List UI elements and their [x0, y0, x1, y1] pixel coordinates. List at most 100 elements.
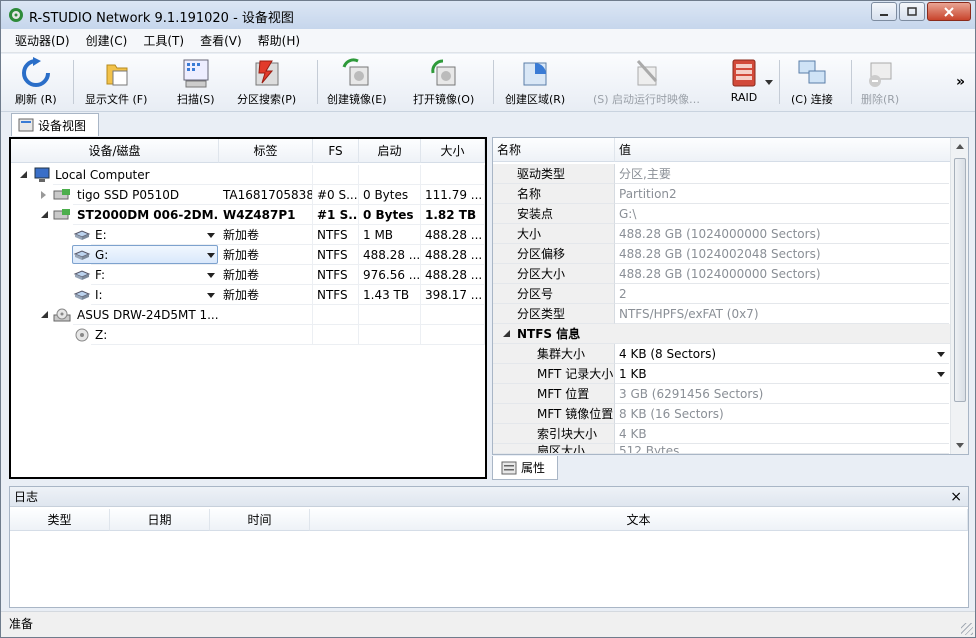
device-name: I: [91, 285, 219, 305]
menu-tools[interactable]: 工具(T) [135, 32, 192, 49]
prop-name: MFT 镜像位置 [493, 404, 615, 424]
prop-value: 512 Bytes [615, 444, 949, 454]
create-image-button[interactable]: 创建镜像(E) [327, 57, 387, 109]
prop-value: 488.28 GB (1024002048 Sectors) [615, 244, 949, 264]
scroll-thumb[interactable] [954, 158, 966, 402]
col-device[interactable]: 设备/磁盘 [11, 139, 219, 163]
log-panel: 日志 × 类型 日期 时间 文本 [9, 486, 969, 608]
status-text: 准备 [9, 617, 34, 631]
dropdown-arrow-icon[interactable] [937, 352, 945, 357]
scan-icon [183, 59, 209, 88]
prop-value: 488.28 GB (1024000000 Sectors) [615, 264, 949, 284]
device-name: Z: [91, 325, 219, 345]
col-size[interactable]: 大小 [421, 139, 485, 163]
title-bar: R-STUDIO Network 9.1.191020 - 设备视图 [1, 1, 975, 29]
menu-create[interactable]: 创建(C) [78, 32, 136, 49]
dropdown-arrow-icon[interactable] [207, 273, 215, 278]
delete-button[interactable]: 删除(R) [861, 57, 899, 109]
cd-icon [75, 328, 89, 342]
close-button[interactable] [927, 2, 971, 21]
app-window: R-STUDIO Network 9.1.191020 - 设备视图 驱动器(D… [0, 0, 976, 638]
device-name: G: [91, 245, 219, 265]
partition-search-button[interactable]: 分区搜索(P) [237, 57, 296, 109]
menu-drive[interactable]: 驱动器(D) [7, 32, 78, 49]
properties-panel: 名称 值 驱动类型 分区,主要 名称 Partition2 安装点 G:\ 大小… [492, 137, 969, 455]
tab-properties[interactable]: 属性 [492, 456, 558, 480]
toolbar-more-button[interactable]: » [956, 74, 965, 90]
collapse-icon[interactable] [20, 171, 27, 178]
prop-value: Partition2 [615, 184, 949, 204]
prop-name: 索引块大小 [493, 424, 615, 444]
log-col-type[interactable]: 类型 [10, 509, 110, 531]
table-row[interactable]: tigo SSD P0510D TA1681705838 #0 S... 0 B… [11, 185, 485, 205]
col-start[interactable]: 启动 [359, 139, 421, 163]
scroll-down-icon[interactable] [956, 443, 964, 448]
create-image-icon [342, 58, 369, 86]
col-prop-value[interactable]: 值 [615, 138, 951, 162]
col-prop-name[interactable]: 名称 [493, 138, 615, 162]
partition-search-icon [255, 60, 279, 86]
computer-icon [34, 167, 50, 182]
startup-image-button[interactable]: (S) 启动运行时映像… [593, 57, 700, 109]
properties-scrollbar[interactable] [950, 138, 968, 454]
log-title-bar: 日志 × [10, 487, 968, 507]
prop-value: 8 KB (16 Sectors) [615, 404, 949, 424]
prop-value-editable[interactable]: 4 KB (8 Sectors) [615, 344, 949, 364]
scan-button[interactable]: 扫描(S) [177, 57, 215, 109]
show-files-button[interactable]: 显示文件 (F) [85, 57, 147, 109]
prop-name: 分区大小 [493, 264, 615, 284]
minimize-button[interactable] [871, 2, 897, 21]
col-fs[interactable]: FS [313, 139, 359, 163]
table-row[interactable]: F: 新加卷 NTFS 976.56 ... 488.28 ... [11, 265, 485, 285]
raid-button[interactable]: RAID [727, 57, 761, 109]
dropdown-arrow-icon[interactable] [207, 253, 215, 258]
maximize-button[interactable] [899, 2, 925, 21]
prop-name: 扇区大小 [493, 444, 615, 454]
create-region-button[interactable]: 创建区域(R) [505, 57, 565, 109]
delete-icon [869, 62, 892, 87]
create-region-icon [523, 62, 547, 86]
prop-name: 分区类型 [493, 304, 615, 324]
table-row[interactable]: I: 新加卷 NTFS 1.43 TB 398.17 ... [11, 285, 485, 305]
menu-help[interactable]: 帮助(H) [250, 32, 308, 49]
prop-value: 分区,主要 [615, 164, 949, 184]
log-close-button[interactable]: × [950, 487, 962, 507]
log-col-date[interactable]: 日期 [110, 509, 210, 531]
connect-button[interactable]: (C) 连接 [791, 57, 833, 109]
collapse-icon[interactable] [41, 211, 48, 218]
dropdown-arrow-icon[interactable] [207, 293, 215, 298]
dropdown-arrow-icon[interactable] [207, 233, 215, 238]
table-row-selected[interactable]: G: 新加卷 NTFS 488.28 ... 488.28 ... [11, 245, 485, 265]
partition-icon [73, 270, 91, 280]
log-col-text[interactable]: 文本 [310, 509, 968, 531]
menu-view[interactable]: 查看(V) [192, 32, 250, 49]
collapse-icon[interactable] [503, 330, 510, 337]
open-image-button[interactable]: 打开镜像(O) [413, 57, 474, 109]
scroll-up-icon[interactable] [956, 144, 964, 149]
table-row[interactable]: Local Computer [11, 165, 485, 185]
prop-name: MFT 记录大小 [493, 364, 615, 384]
device-view-icon [18, 118, 34, 132]
prop-group-ntfs[interactable]: NTFS 信息 [493, 324, 951, 344]
table-row[interactable]: Z: [11, 325, 485, 345]
refresh-button[interactable]: 刷新 (R) [15, 57, 57, 109]
refresh-icon [21, 57, 50, 87]
tab-device-view[interactable]: 设备视图 [11, 113, 99, 136]
prop-value-editable[interactable]: 1 KB [615, 364, 949, 384]
raid-dropdown-icon[interactable] [765, 80, 773, 85]
table-row[interactable]: ASUS DRW-24D5MT 1... [11, 305, 485, 325]
toolbar: 刷新 (R) 显示文件 (F) 扫描(S) 分区搜索(P) 创建镜像(E) 打开… [1, 54, 975, 112]
col-label[interactable]: 标签 [219, 139, 313, 163]
log-col-time[interactable]: 时间 [210, 509, 310, 531]
raid-icon [732, 59, 756, 87]
table-row[interactable]: E: 新加卷 NTFS 1 MB 488.28 ... [11, 225, 485, 245]
collapse-icon[interactable] [41, 311, 48, 318]
table-row[interactable]: ST2000DM 006-2DM... W4Z487P1 #1 S... 0 B… [11, 205, 485, 225]
dropdown-arrow-icon[interactable] [937, 372, 945, 377]
prop-value: 4 KB [615, 424, 949, 444]
minimize-icon [880, 13, 888, 16]
drive-icon [53, 189, 70, 200]
resize-grip-icon[interactable] [961, 623, 973, 635]
device-name: tigo SSD P0510D [73, 185, 219, 205]
expand-icon[interactable] [41, 191, 46, 199]
